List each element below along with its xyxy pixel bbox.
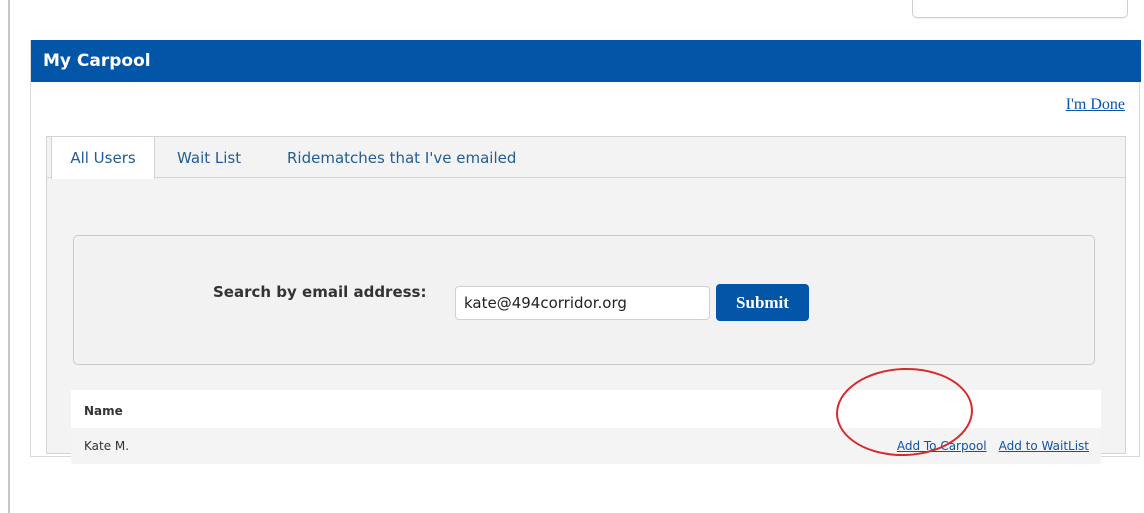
submit-button[interactable]: Submit: [716, 284, 809, 321]
left-page-rule: [8, 0, 10, 513]
tabs-bar: All Users Wait List Ridematches that I'v…: [47, 137, 1125, 179]
im-done-link[interactable]: I'm Done: [1066, 96, 1125, 114]
add-to-waitlist-link[interactable]: Add to WaitList: [999, 439, 1089, 453]
top-right-field: [912, 0, 1128, 18]
carpool-tabs-container: All Users Wait List Ridematches that I'v…: [46, 136, 1126, 464]
row-actions: Add To Carpool Add to WaitList: [897, 428, 1089, 464]
name-column-header: Name: [84, 404, 123, 418]
tab-all-users[interactable]: All Users: [51, 137, 155, 179]
tab-ridematches-emailed[interactable]: Ridematches that I've emailed: [287, 137, 516, 178]
email-search-box: Search by email address: Submit: [73, 235, 1095, 365]
my-carpool-panel: My Carpool I'm Done All Users Wait List …: [30, 40, 1141, 464]
table-row: Kate M. Add To Carpool Add to WaitList: [71, 428, 1101, 464]
panel-title: My Carpool: [43, 51, 151, 71]
results-table: Name Kate M. Add To Carpool Add to WaitL…: [71, 390, 1101, 464]
search-email-label: Search by email address:: [213, 283, 427, 301]
tab-wait-list[interactable]: Wait List: [177, 137, 241, 178]
email-search-input[interactable]: [455, 286, 710, 320]
add-to-carpool-link[interactable]: Add To Carpool: [897, 439, 987, 453]
panel-header: My Carpool: [31, 40, 1141, 82]
user-name-cell: Kate M.: [84, 439, 130, 453]
